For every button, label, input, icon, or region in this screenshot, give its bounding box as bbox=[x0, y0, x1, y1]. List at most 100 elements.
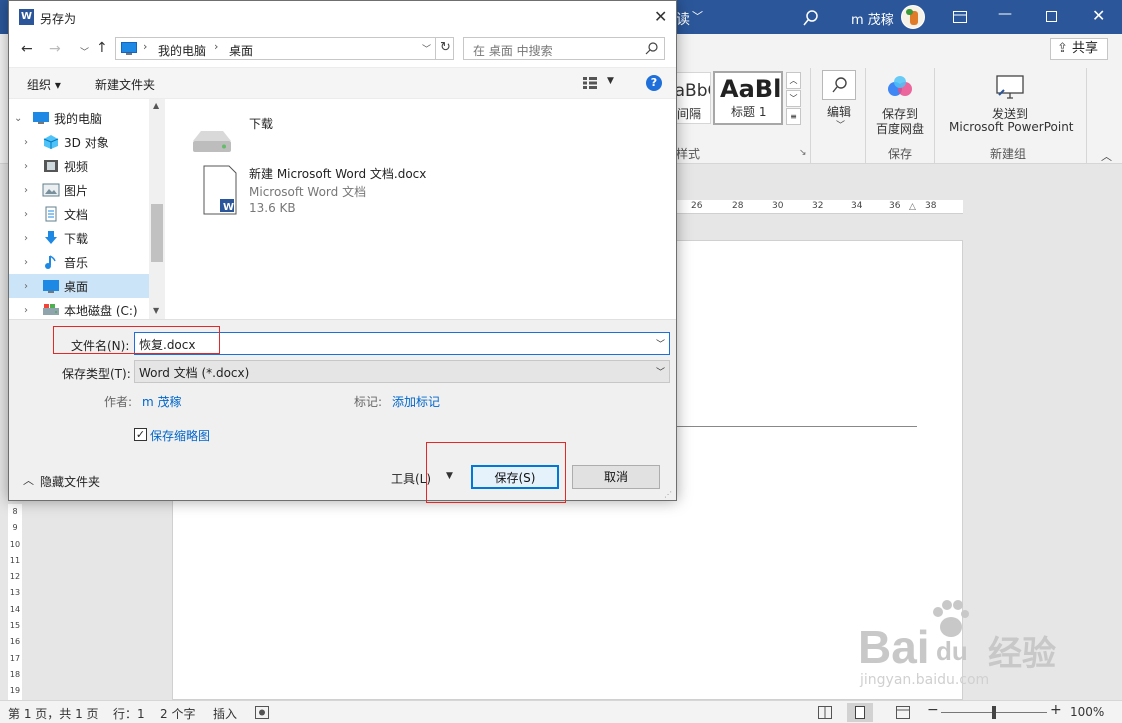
collapse-ribbon-icon[interactable]: ︿ bbox=[1101, 148, 1112, 164]
style-gallery-item-spacing[interactable]: AaBbCc 间隔 bbox=[676, 72, 711, 124]
refresh-icon[interactable]: ↻ bbox=[440, 40, 451, 55]
view-dropdown-icon[interactable]: ▼ bbox=[607, 76, 614, 86]
gallery-down-button[interactable]: ﹀ bbox=[786, 90, 801, 107]
filetype-select[interactable]: Word 文档 (*.docx) ﹀ bbox=[134, 360, 670, 383]
resize-grip-icon[interactable]: ⋰ bbox=[664, 490, 672, 499]
document-icon bbox=[45, 206, 57, 222]
watermark: Bai du 经验 jingyan.baidu.com bbox=[858, 598, 1088, 698]
hide-folders-chevron-icon[interactable]: ︿ bbox=[23, 472, 34, 488]
collapse-chevron-icon[interactable]: › bbox=[24, 185, 36, 196]
organize-button[interactable]: 组织 ▾ bbox=[27, 76, 61, 93]
close-window-icon[interactable]: ✕ bbox=[1092, 6, 1105, 25]
zoom-level[interactable]: 100% bbox=[1070, 705, 1104, 719]
tree-item-music[interactable]: › 音乐 bbox=[9, 250, 149, 274]
send-line2[interactable]: Microsoft PowerPoint bbox=[949, 120, 1074, 134]
new-group-label: 新建组 bbox=[990, 147, 1027, 161]
author-value[interactable]: m 茂稼 bbox=[142, 393, 182, 410]
search-box[interactable]: 在 桌面 中搜索 bbox=[463, 37, 665, 60]
horizontal-ruler[interactable]: 26 28 30 32 34 36 38 △ bbox=[677, 200, 963, 214]
style-gallery-item-heading1[interactable]: AaBl 标题 1 bbox=[713, 71, 783, 125]
address-dropdown-icon[interactable]: ﹀ bbox=[422, 42, 431, 55]
baidu-netdisk-icon[interactable] bbox=[886, 75, 914, 99]
filename-dropdown-icon[interactable]: ﹀ bbox=[656, 337, 665, 350]
cancel-button[interactable]: 取消 bbox=[572, 465, 660, 489]
music-icon bbox=[45, 255, 56, 269]
save-group-label: 保存 bbox=[888, 147, 913, 161]
tree-item-pictures[interactable]: › 图片 bbox=[9, 178, 149, 202]
tree-item-label: 本地磁盘 (C:) bbox=[64, 303, 138, 318]
status-row[interactable]: 行：1 bbox=[113, 705, 145, 722]
share-button[interactable]: ⇪ 共享 bbox=[1050, 38, 1108, 60]
ribbon-display-icon[interactable] bbox=[953, 11, 967, 23]
user-name[interactable]: m 茂稼 bbox=[851, 9, 894, 28]
print-layout-button[interactable] bbox=[847, 703, 873, 722]
forward-arrow-icon[interactable]: → bbox=[49, 41, 61, 57]
macro-record-icon[interactable] bbox=[255, 706, 269, 719]
status-words[interactable]: 2 个字 bbox=[160, 705, 195, 722]
scrollbar-thumb[interactable] bbox=[151, 204, 163, 262]
title-dropdown-icon[interactable]: ﹀ bbox=[692, 8, 703, 24]
avatar[interactable] bbox=[901, 5, 925, 29]
tree-item-documents[interactable]: › 文档 bbox=[9, 202, 149, 226]
collapse-chevron-icon[interactable]: › bbox=[24, 137, 36, 148]
collapse-chevron-icon[interactable]: › bbox=[24, 233, 36, 244]
file-type: Microsoft Word 文档 bbox=[249, 185, 367, 199]
tree-item-desktop[interactable]: › 桌面 bbox=[9, 274, 149, 298]
edit-dropdown-icon[interactable]: ﹀ bbox=[836, 118, 845, 131]
status-mode[interactable]: 插入 bbox=[213, 705, 237, 722]
minimize-icon[interactable]: — bbox=[998, 6, 1012, 22]
thumbnail-label[interactable]: 保存缩略图 bbox=[150, 427, 210, 444]
watermark-brand: Bai bbox=[858, 621, 930, 673]
styles-launcher-icon[interactable]: ↘ bbox=[799, 148, 807, 158]
author-label: 作者: bbox=[104, 395, 133, 409]
magnifier-icon bbox=[832, 77, 847, 93]
expand-chevron-icon[interactable]: ⌄ bbox=[14, 113, 26, 124]
zoom-out-icon[interactable]: − bbox=[927, 702, 939, 718]
status-page[interactable]: 第 1 页，共 1 页 bbox=[8, 705, 99, 722]
filetype-dropdown-icon[interactable]: ﹀ bbox=[656, 365, 665, 378]
vruler-mark: 9 bbox=[12, 523, 18, 533]
breadcrumb-item[interactable]: 我的电脑 bbox=[158, 42, 206, 59]
indent-marker-icon[interactable]: △ bbox=[909, 202, 916, 212]
maximize-icon[interactable] bbox=[1046, 11, 1057, 22]
back-arrow-icon[interactable]: ← bbox=[21, 41, 33, 57]
tree-scrollbar[interactable]: ▲ ▼ bbox=[149, 99, 165, 319]
vertical-ruler[interactable]: 8 9 10 11 12 13 14 15 16 17 18 19 bbox=[8, 504, 22, 700]
address-bar[interactable]: › 我的电脑 › 桌面 ﹀ ↻ bbox=[115, 37, 454, 60]
style-label: 标题 1 bbox=[731, 105, 767, 119]
breadcrumb-item[interactable]: 桌面 bbox=[229, 42, 253, 59]
zoom-slider-thumb[interactable] bbox=[992, 706, 996, 719]
recent-dropdown-icon[interactable]: ﹀ bbox=[80, 45, 89, 58]
up-arrow-icon[interactable]: ↑ bbox=[96, 40, 108, 56]
collapse-chevron-icon[interactable]: › bbox=[24, 281, 36, 292]
tree-item-3d-objects[interactable]: › 3D 对象 bbox=[9, 130, 149, 154]
tree-item-my-computer[interactable]: ⌄ 我的电脑 bbox=[9, 106, 149, 130]
thumbnail-checkbox[interactable]: ✓ bbox=[134, 428, 147, 441]
zoom-in-icon[interactable]: + bbox=[1050, 702, 1062, 718]
view-options-icon[interactable] bbox=[583, 77, 597, 89]
gallery-more-button[interactable]: ≡ bbox=[786, 108, 801, 125]
search-icon[interactable] bbox=[803, 10, 819, 26]
tree-item-videos[interactable]: › 视频 bbox=[9, 154, 149, 178]
new-folder-button[interactable]: 新建文件夹 bbox=[95, 76, 155, 93]
scroll-down-icon[interactable]: ▼ bbox=[153, 306, 159, 315]
scroll-up-icon[interactable]: ▲ bbox=[153, 101, 159, 110]
print-layout-icon bbox=[855, 706, 865, 719]
hide-folders-button[interactable]: 隐藏文件夹 bbox=[40, 473, 100, 490]
file-item[interactable]: 下载 bbox=[185, 107, 465, 157]
dialog-close-icon[interactable]: ✕ bbox=[654, 7, 667, 26]
tree-item-downloads[interactable]: › 下载 bbox=[9, 226, 149, 250]
collapse-chevron-icon[interactable]: › bbox=[24, 305, 36, 316]
web-layout-icon[interactable] bbox=[896, 706, 910, 719]
file-item[interactable]: W 新建 Microsoft Word 文档.docx Microsoft Wo… bbox=[185, 161, 465, 223]
help-icon[interactable]: ? bbox=[646, 75, 662, 91]
collapse-chevron-icon[interactable]: › bbox=[24, 161, 36, 172]
collapse-chevron-icon[interactable]: › bbox=[24, 257, 36, 268]
gallery-up-button[interactable]: ︿ bbox=[786, 72, 801, 89]
send-to-powerpoint-icon[interactable] bbox=[995, 74, 1025, 100]
collapse-chevron-icon[interactable]: › bbox=[24, 209, 36, 220]
read-mode-icon[interactable] bbox=[818, 706, 832, 719]
tags-value[interactable]: 添加标记 bbox=[392, 393, 440, 410]
find-button[interactable] bbox=[822, 70, 856, 100]
save-baidu-line2[interactable]: 百度网盘 bbox=[876, 120, 924, 137]
